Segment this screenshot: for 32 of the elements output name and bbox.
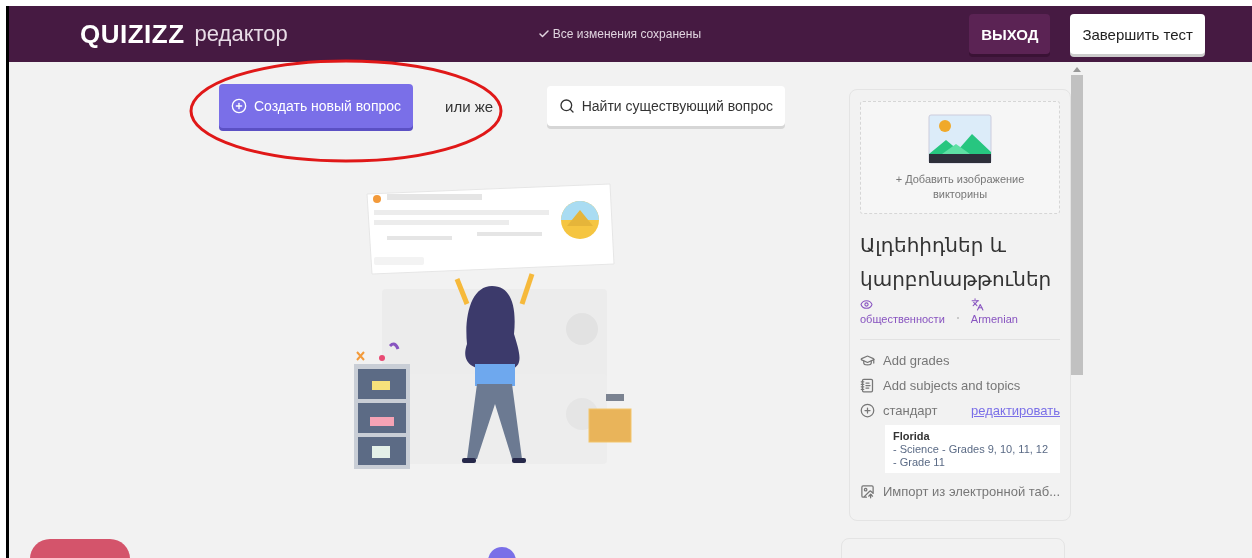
exit-button[interactable]: ВЫХОД [969, 14, 1051, 54]
import-button[interactable]: Импорт из электронной таб... [860, 484, 1061, 499]
add-image-button[interactable]: + Добавить изображение викторины [860, 101, 1060, 214]
create-question-button[interactable]: Создать новый вопрос [219, 84, 414, 128]
visibility-button[interactable]: общественности [860, 298, 945, 325]
check-icon [537, 28, 550, 40]
find-question-button[interactable]: Найти существующий вопрос [546, 86, 785, 126]
standard-button[interactable]: стандарт [860, 403, 938, 418]
eye-icon [860, 298, 873, 311]
language-icon [970, 298, 984, 311]
search-icon [558, 98, 575, 114]
standard-state: Florida [893, 430, 931, 442]
standard-line: - Grade 11 [893, 456, 946, 468]
standard-line: - Science - Grades 9, 10, 11, 12 [893, 443, 1050, 455]
upload-icon [860, 484, 875, 499]
language-button[interactable]: Armenian [970, 298, 1018, 325]
finish-button[interactable]: Завершить тест [1070, 14, 1205, 54]
add-grades-button[interactable]: Add grades [860, 353, 950, 368]
scrollbar-thumb[interactable] [1071, 75, 1083, 375]
plus-circle-icon [231, 98, 247, 114]
editor-label: редактор [194, 21, 288, 47]
image-icon [928, 113, 992, 164]
add-subjects-button[interactable]: Add subjects and topics [860, 378, 1021, 393]
quiz-title: Ալդեհիդներ և կարբոնաթթուներ [860, 232, 1053, 293]
logo: QUIZIZZ [80, 18, 185, 50]
plus-circle-icon [860, 403, 875, 418]
notebook-icon [860, 378, 875, 393]
scroll-up-icon[interactable] [1073, 67, 1081, 72]
graduation-cap-icon [860, 353, 875, 368]
edit-link[interactable]: редактировать [971, 403, 1060, 418]
save-status-text: Все изменения сохранены [552, 27, 701, 41]
or-label: или же [445, 97, 494, 115]
